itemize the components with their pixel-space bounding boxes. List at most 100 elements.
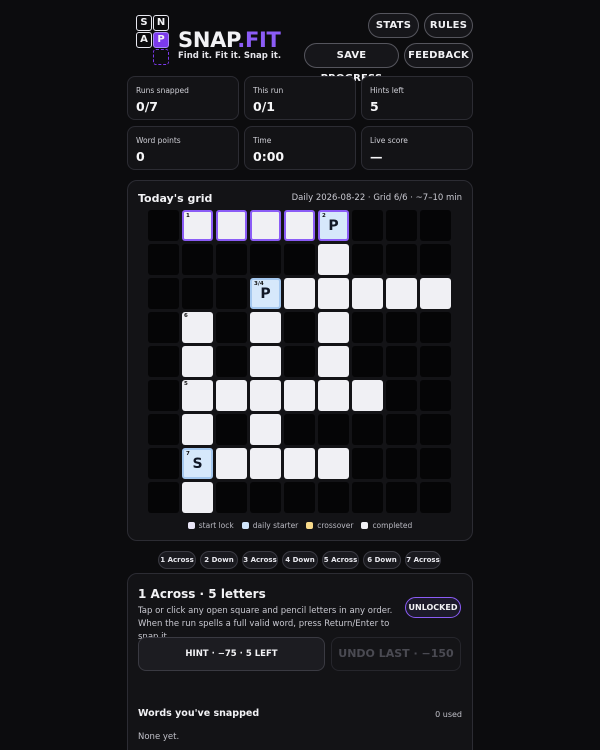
stat-label: Live score [370, 136, 408, 145]
legend-item: crossover [306, 521, 353, 530]
grid-cell-blocked [318, 414, 349, 445]
crossword-board[interactable]: 1 2 P 3/4 P 6 5 7 S [148, 210, 452, 514]
grid-cell-blocked [250, 482, 281, 513]
save-progress-button[interactable]: SAVE PROGRESS [304, 43, 399, 84]
stat-label: Runs snapped [136, 86, 189, 95]
grid-cell-blocked [148, 482, 179, 513]
grid-cell-blocked [420, 414, 451, 445]
clue-chip[interactable]: 3 Across [242, 551, 278, 569]
hint-button[interactable]: HINT · −75 · 5 LEFT [138, 637, 325, 671]
clue-chip[interactable]: 1 Across [158, 551, 196, 569]
grid-cell-blocked [420, 346, 451, 377]
logo-tile-s: S [136, 15, 152, 31]
grid-cell[interactable] [250, 448, 281, 479]
stat-live-score: Live score — [361, 126, 473, 170]
grid-cell-blocked [386, 448, 417, 479]
legend-label: start lock [198, 521, 234, 530]
grid-cell-blocked [352, 244, 383, 275]
grid-cell-blocked [148, 244, 179, 275]
grid-cell-blocked [284, 482, 315, 513]
grid-cell-blocked [420, 210, 451, 241]
grid-cell-blocked [216, 244, 247, 275]
grid-cell[interactable] [318, 380, 349, 411]
grid-cell[interactable] [284, 278, 315, 309]
legend-label: crossover [317, 521, 354, 530]
grid-cell-blocked [284, 414, 315, 445]
grid-cell[interactable] [250, 210, 281, 241]
legend-swatch [361, 522, 369, 529]
clue-chip[interactable]: 4 Down [282, 551, 318, 569]
grid-cell[interactable] [182, 346, 213, 377]
grid-cell[interactable] [318, 278, 349, 309]
grid-cell[interactable] [250, 380, 281, 411]
grid-cell[interactable] [420, 278, 451, 309]
grid-cell[interactable]: 3/4 P [250, 278, 281, 309]
unlocked-badge[interactable]: UNLOCKED [405, 597, 461, 618]
grid-cell[interactable] [250, 414, 281, 445]
grid-cell[interactable] [352, 380, 383, 411]
grid-cell[interactable]: 2P [318, 210, 349, 241]
stat-word-points: Word points 0 [127, 126, 239, 170]
grid-cell[interactable] [318, 312, 349, 343]
grid-cell-blocked [386, 312, 417, 343]
grid-cell[interactable] [284, 380, 315, 411]
grid-cell-blocked [148, 414, 179, 445]
stat-label: Hints left [370, 86, 404, 95]
grid-meta: Daily 2026-08-22 · Grid 6/6 · ~7–10 min [291, 193, 462, 203]
grid-cell[interactable] [216, 380, 247, 411]
active-clue-title: 1 Across · 5 letters [138, 587, 266, 601]
logo-tile-a: A [136, 32, 152, 48]
grid-cell-blocked [420, 244, 451, 275]
grid-cell[interactable] [284, 210, 315, 241]
grid-cell[interactable] [250, 346, 281, 377]
stat-runs-snapped: Runs snapped 0/7 [127, 76, 239, 120]
legend-label: completed [372, 521, 413, 530]
clue-chip[interactable]: 5 Across [322, 551, 359, 569]
grid-cell-blocked [352, 210, 383, 241]
grid-cell-blocked [148, 380, 179, 411]
logo[interactable]: S N A P SNAP.FIT Find it. Fit it. Snap i… [136, 15, 286, 67]
grid-cell[interactable] [386, 278, 417, 309]
stat-value: — [370, 149, 383, 164]
stat-value: 0:00 [253, 149, 285, 164]
rules-button[interactable]: RULES [424, 13, 473, 38]
clue-chip[interactable]: 2 Down [200, 551, 238, 569]
grid-cell-blocked [148, 448, 179, 479]
cell-letter: P [260, 286, 271, 302]
grid-cell[interactable]: 6 [182, 312, 213, 343]
logo-wordmark: SNAP.FIT [178, 28, 281, 52]
grid-cell[interactable]: 7S [182, 448, 213, 479]
grid-cell-blocked [148, 346, 179, 377]
grid-cell-blocked [250, 244, 281, 275]
clue-chip[interactable]: 7 Across [405, 551, 441, 569]
grid-cell-blocked [148, 278, 179, 309]
grid-cell-blocked [148, 312, 179, 343]
grid-cell[interactable] [182, 414, 213, 445]
undo-last-button[interactable]: UNDO LAST · −150 [331, 637, 461, 671]
grid-cell[interactable] [318, 448, 349, 479]
legend-item: completed [361, 521, 412, 530]
grid-cell[interactable]: 5 [182, 380, 213, 411]
grid-cell[interactable] [216, 210, 247, 241]
grid-cell[interactable] [318, 346, 349, 377]
grid-cell-blocked [284, 346, 315, 377]
grid-cell-blocked [352, 312, 383, 343]
clue-chip[interactable]: 6 Down [363, 551, 401, 569]
header: S N A P SNAP.FIT Find it. Fit it. Snap i… [0, 0, 600, 84]
grid-cell[interactable] [182, 482, 213, 513]
grid-cell[interactable] [352, 278, 383, 309]
logo-tile-n: N [153, 15, 169, 31]
snapped-used-count: 0 used [435, 710, 462, 719]
grid-cell[interactable] [318, 244, 349, 275]
grid-cell[interactable]: 1 [182, 210, 213, 241]
grid-cell-blocked [216, 414, 247, 445]
grid-cell[interactable] [284, 448, 315, 479]
grid-cell[interactable] [250, 312, 281, 343]
stats-button[interactable]: STATS [368, 13, 419, 38]
grid-cell-blocked [386, 482, 417, 513]
grid-cell-blocked [148, 210, 179, 241]
feedback-button[interactable]: FEEDBACK [404, 43, 473, 68]
grid-cell-blocked [420, 312, 451, 343]
grid-cell[interactable] [216, 448, 247, 479]
grid-cell-blocked [182, 244, 213, 275]
